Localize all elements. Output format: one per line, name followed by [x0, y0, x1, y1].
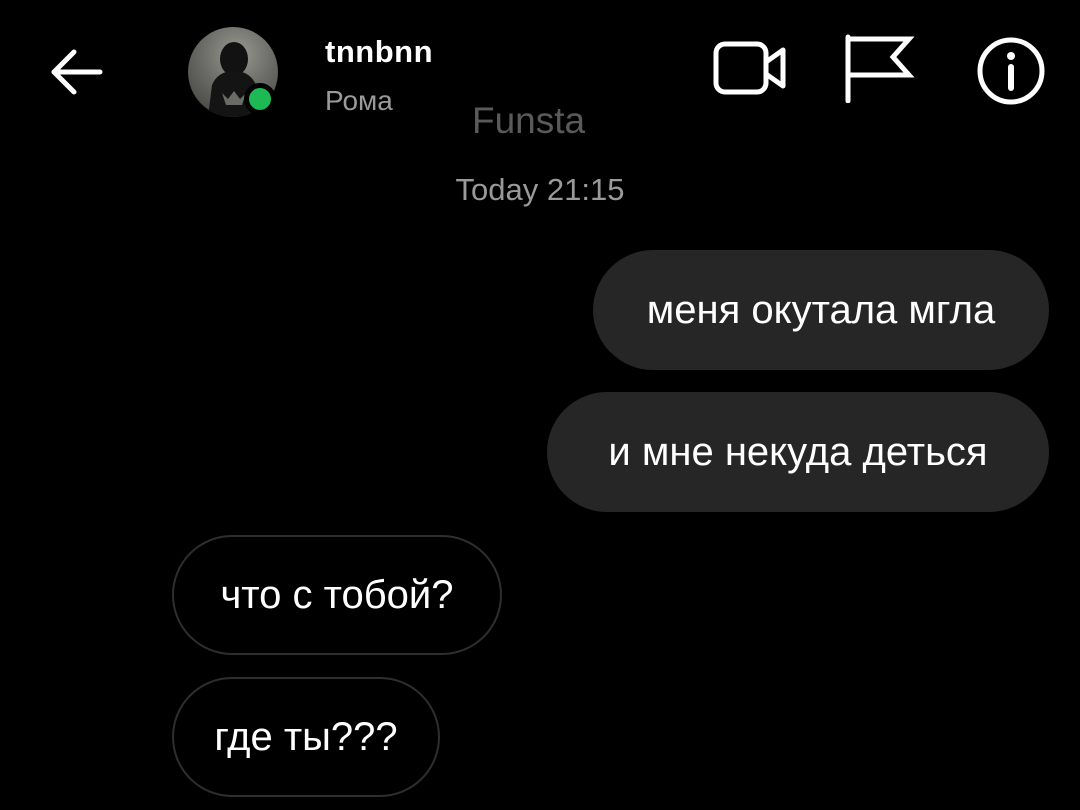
arrow-left-icon — [51, 49, 103, 95]
account-label: Funsta — [472, 100, 586, 141]
flag-icon — [845, 34, 915, 104]
incoming-message[interactable]: где ты??? — [172, 677, 440, 797]
outgoing-message[interactable]: и мне некуда деться — [547, 392, 1049, 512]
online-status-dot — [244, 83, 276, 115]
message-text: где ты??? — [214, 714, 398, 759]
incoming-message[interactable]: что с тобой? — [172, 535, 502, 655]
report-button[interactable] — [843, 33, 915, 104]
chat-display-name: Рома — [325, 85, 393, 116]
outgoing-message[interactable]: меня окутала мгла — [593, 250, 1049, 370]
message-timestamp: Today 21:15 — [0, 172, 1080, 208]
back-button[interactable] — [44, 40, 108, 104]
video-camera-icon — [713, 41, 786, 95]
profile-avatar-button[interactable] — [188, 27, 288, 123]
info-icon — [977, 37, 1045, 105]
info-button[interactable] — [976, 36, 1046, 106]
message-text: что с тобой? — [220, 572, 454, 617]
message-text: и мне некуда деться — [608, 429, 988, 474]
timestamp-text: Today 21:15 — [455, 172, 625, 207]
chat-username[interactable]: tnnbnn — [325, 34, 433, 70]
video-call-button[interactable] — [713, 38, 789, 98]
message-text: меня окутала мгла — [646, 287, 996, 332]
